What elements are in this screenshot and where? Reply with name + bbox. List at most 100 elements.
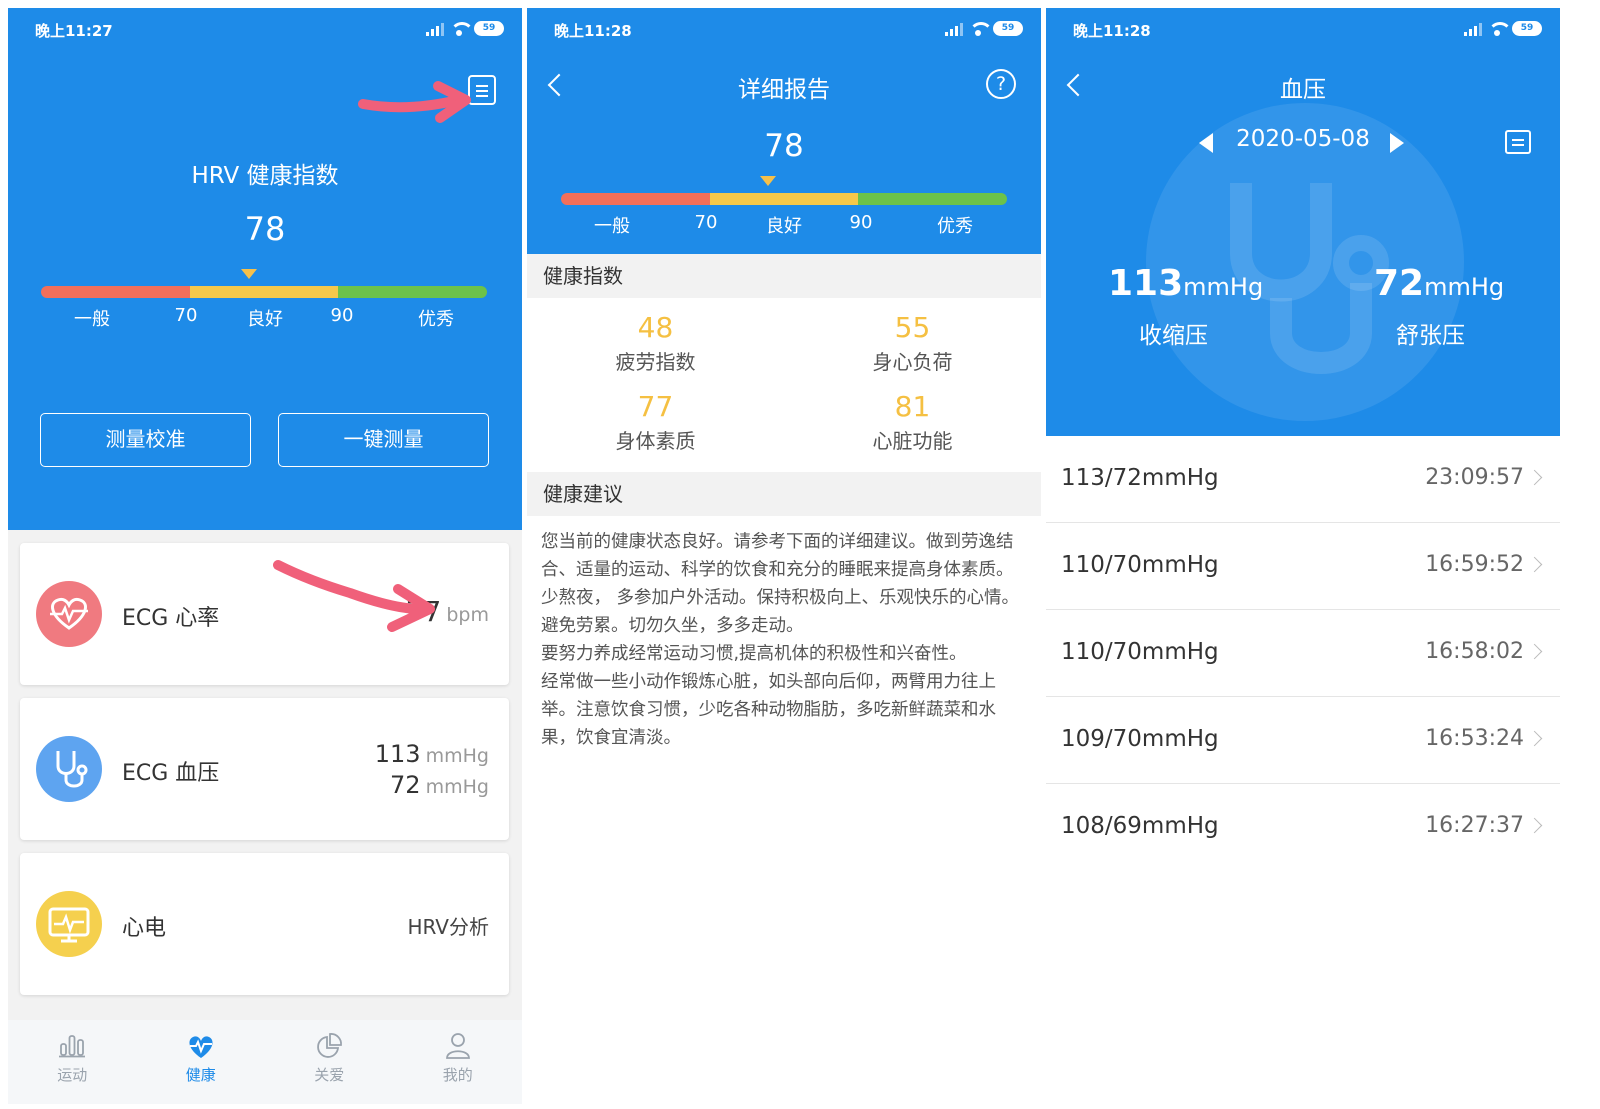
screen-detailed-report: 晚上11:28 59 详细报告 ? 78 一般 70 良好 90 优秀 健康指数… [527, 8, 1041, 1104]
help-icon[interactable]: ? [986, 69, 1016, 99]
page-title: 血压 [1280, 77, 1326, 103]
gauge-label: 70 [174, 305, 198, 326]
metric-label: 疲劳指数 [615, 350, 696, 374]
bottom-tab-bar: 运动 健康 关爱 我的 [8, 1020, 522, 1104]
status-bar: 晚上11:27 59 [8, 8, 522, 52]
hrv-title: HRV 健康指数 [191, 163, 339, 189]
status-bar: 晚上11:28 59 [1046, 8, 1560, 52]
gauge-bar [41, 286, 487, 298]
heart-pulse-icon [189, 1036, 213, 1058]
metric-label: 身心负荷 [872, 350, 953, 374]
heart-rate-icon [36, 581, 102, 647]
stethoscope-icon [36, 736, 102, 802]
bar-chart-icon [59, 1035, 86, 1058]
screen-health-home: 晚上11:27 59 HRV 健康指数 78 一般 70 良好 90 优秀 测量… [8, 8, 522, 1104]
advice-text: 您当前的健康状态良好。请参考下面的详细建议。做到劳逸结合、适量的运动、科学的饮食… [541, 528, 1029, 752]
chevron-right-icon [1526, 817, 1543, 834]
gauge-label: 70 [694, 212, 718, 233]
chevron-right-icon [1526, 556, 1543, 573]
record-value: 109/70mmHg [1061, 726, 1219, 752]
diastolic-unit: mmHg [1424, 273, 1505, 301]
section-health-advice: 健康建议 [527, 472, 1041, 516]
metric-value: 55 [894, 311, 931, 344]
gauge-label: 90 [849, 212, 873, 233]
tab-label: 我的 [442, 1066, 473, 1084]
metric-fitness: 77 身体素质 [527, 390, 784, 454]
tab-me[interactable]: 我的 [394, 1020, 523, 1104]
systolic-unit: mmHg [425, 745, 489, 767]
tab-label: 关爱 [314, 1066, 345, 1084]
systolic-unit: mmHg [1183, 273, 1264, 301]
screenshot-collage: 晚上11:27 59 HRV 健康指数 78 一般 70 良好 90 优秀 测量… [0, 0, 1600, 1109]
chevron-right-icon [1526, 469, 1543, 486]
advice-paragraph: 您当前的健康状态良好。请参考下面的详细建议。做到劳逸结合、适量的运动、科学的饮食… [541, 532, 1014, 580]
calendar-icon[interactable] [1505, 130, 1531, 154]
report-score: 78 [764, 128, 804, 164]
gauge-label: 优秀 [937, 216, 973, 237]
diastolic-value: 72 [389, 771, 421, 799]
signal-icon [945, 22, 963, 36]
ecg-blood-pressure-card[interactable]: ECG 血压 113 mmHg 72 mmHg [20, 698, 509, 840]
signal-icon [426, 22, 444, 36]
advice-paragraph: 避免劳累。切勿久坐，多多走动。 [541, 616, 804, 636]
metric-value: 48 [637, 311, 674, 344]
annotation-arrow [273, 560, 435, 632]
record-value: 110/70mmHg [1061, 552, 1219, 578]
diastolic-reading: 72mmHg [1374, 263, 1504, 304]
gauge-label: 一般 [74, 309, 110, 330]
screen-blood-pressure: 晚上11:28 59 血压 2020-05-08 113mmHg 72mmHg … [1046, 8, 1560, 1104]
heart-rate-unit: bpm [446, 604, 489, 626]
tab-label: 健康 [185, 1066, 216, 1084]
section-health-index: 健康指数 [527, 254, 1041, 298]
metric-label: 心脏功能 [872, 429, 953, 453]
bp-record-row[interactable]: 110/70mmHg 16:58:02 [1046, 610, 1560, 697]
tab-sport[interactable]: 运动 [8, 1020, 137, 1104]
gauge-label: 优秀 [418, 309, 454, 330]
bp-record-row[interactable]: 108/69mmHg 16:27:37 [1046, 784, 1560, 871]
gauge-label: 90 [330, 305, 354, 326]
tab-label: 运动 [57, 1066, 88, 1084]
advice-paragraph: 经常做一些小动作锻炼心脏，如头部向后仰，两臂用力往上举。注意饮食习惯，少吃各种动… [541, 672, 996, 748]
bp-record-row[interactable]: 113/72mmHg 23:09:57 [1046, 436, 1560, 523]
selected-date: 2020-05-08 [1236, 126, 1370, 152]
status-time: 晚上11:28 [1073, 22, 1151, 40]
battery-icon: 59 [474, 21, 504, 36]
hrv-analysis-label: HRV分析 [407, 915, 489, 939]
record-time: 16:27:37 [1425, 813, 1524, 838]
bp-record-row[interactable]: 109/70mmHg 16:53:24 [1046, 697, 1560, 784]
systolic-label: 收缩压 [1139, 323, 1208, 349]
ecg-heart-rate-card[interactable]: ECG 心率 77 bpm [20, 543, 509, 685]
metric-label: 身体素质 [615, 429, 696, 453]
bp-record-row[interactable]: 110/70mmHg 16:59:52 [1046, 523, 1560, 610]
tab-care[interactable]: 关爱 [265, 1020, 394, 1104]
gauge-marker [241, 269, 257, 279]
diastolic-value: 72 [1374, 263, 1425, 304]
record-time: 16:59:52 [1425, 552, 1524, 577]
gauge-bar [561, 193, 1007, 205]
one-click-measure-button[interactable]: 一键测量 [278, 413, 489, 467]
metric-fatigue: 48 疲劳指数 [527, 311, 784, 375]
card-title: ECG 心率 [122, 606, 220, 631]
metric-heart-function: 81 心脏功能 [784, 390, 1041, 454]
status-time: 晚上11:28 [554, 22, 632, 40]
ecg-monitor-icon [36, 891, 102, 957]
hrv-header: 晚上11:27 59 HRV 健康指数 78 一般 70 良好 90 优秀 测量… [8, 8, 522, 530]
tab-health[interactable]: 健康 [137, 1020, 266, 1104]
metric-value: 77 [637, 390, 674, 423]
next-date-icon[interactable] [1390, 133, 1404, 153]
gauge-label: 一般 [594, 216, 630, 237]
hrv-score: 78 [244, 210, 286, 248]
status-bar: 晚上11:28 59 [527, 8, 1041, 52]
gauge-label: 良好 [247, 309, 283, 330]
record-value: 113/72mmHg [1061, 465, 1219, 491]
record-time: 16:53:24 [1425, 726, 1524, 751]
status-time: 晚上11:27 [35, 22, 113, 40]
systolic-value: 113 [374, 740, 421, 768]
ecg-card[interactable]: 心电 HRV分析 [20, 853, 509, 995]
calibrate-button[interactable]: 测量校准 [40, 413, 251, 467]
card-title: 心电 [122, 916, 167, 941]
report-header: 晚上11:28 59 详细报告 ? 78 一般 70 良好 90 优秀 [527, 8, 1041, 254]
bp-header: 晚上11:28 59 血压 2020-05-08 113mmHg 72mmHg … [1046, 8, 1560, 436]
advice-paragraph: 少熬夜， 多参加户外活动。保持积极向上、乐观快乐的心情。 [541, 588, 1020, 608]
record-value: 110/70mmHg [1061, 639, 1219, 665]
